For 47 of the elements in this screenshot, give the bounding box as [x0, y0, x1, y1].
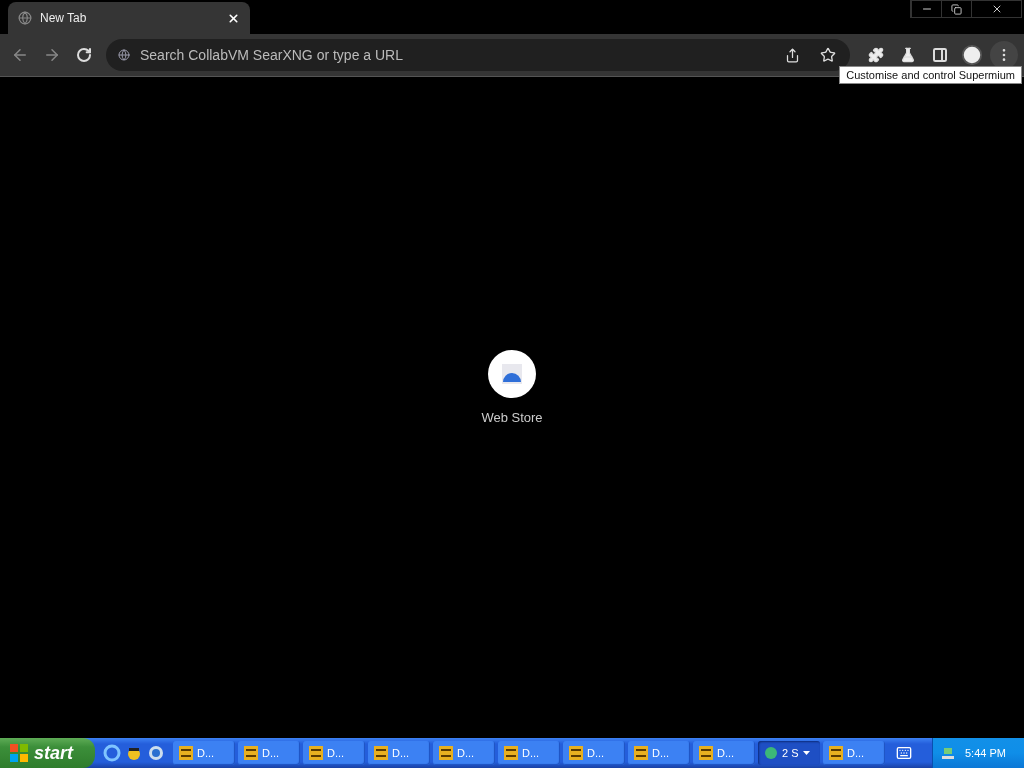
taskbar-button[interactable]: D...: [693, 741, 755, 765]
dosbox-icon: [309, 746, 323, 760]
restore-icon: [951, 3, 962, 15]
star-icon: [820, 47, 836, 63]
shortcut-label: Web Store: [481, 410, 543, 425]
dosbox-icon: [244, 746, 258, 760]
caret-icon: [802, 751, 810, 755]
flask-icon: [900, 47, 916, 63]
taskbar-button[interactable]: D...: [368, 741, 430, 765]
menu-button[interactable]: [990, 41, 1018, 69]
close-icon[interactable]: [227, 11, 240, 25]
reload-icon: [76, 47, 92, 63]
search-engine-icon: [118, 49, 130, 61]
taskbar-button[interactable]: D...: [173, 741, 235, 765]
taskbar-button[interactable]: D...: [433, 741, 495, 765]
start-button[interactable]: start: [0, 738, 95, 768]
dosbox-icon: [699, 746, 713, 760]
puzzle-icon: [868, 47, 884, 63]
taskbar-button[interactable]: D...: [628, 741, 690, 765]
taskbar-button[interactable]: D...: [823, 741, 885, 765]
clock: 5:44 PM: [965, 747, 1006, 759]
dosbox-icon: [504, 746, 518, 760]
taskbar-button[interactable]: 2 S: [758, 741, 820, 765]
dosbox-icon: [374, 746, 388, 760]
share-icon: [784, 47, 800, 63]
taskbar-button[interactable]: D...: [563, 741, 625, 765]
taskbar-button[interactable]: D...: [498, 741, 560, 765]
dosbox-icon: [569, 746, 583, 760]
keyboard-icon[interactable]: [896, 745, 912, 761]
shortcut-tile[interactable]: Web Store: [481, 350, 543, 425]
messenger-icon[interactable]: [147, 744, 165, 762]
dosbox-icon: [634, 746, 648, 760]
dosbox-icon: [829, 746, 843, 760]
store-icon: [501, 364, 523, 384]
dosbox-icon: [439, 746, 453, 760]
avatar-icon: [961, 44, 983, 66]
taskbar-button[interactable]: D...: [303, 741, 365, 765]
windows-logo-icon: [10, 744, 28, 762]
dosbox-icon: [179, 746, 193, 760]
side-panel-icon: [932, 47, 948, 63]
address-bar[interactable]: Search CollabVM SearXNG or type a URL: [106, 39, 850, 71]
tab-title: New Tab: [40, 11, 88, 25]
forward-arrow-icon: [43, 46, 61, 64]
browser-tab[interactable]: New Tab: [8, 2, 250, 34]
taskbar-button[interactable]: D...: [238, 741, 300, 765]
network-icon[interactable]: [941, 746, 955, 760]
tooltip: Customise and control Supermium: [839, 66, 1022, 84]
